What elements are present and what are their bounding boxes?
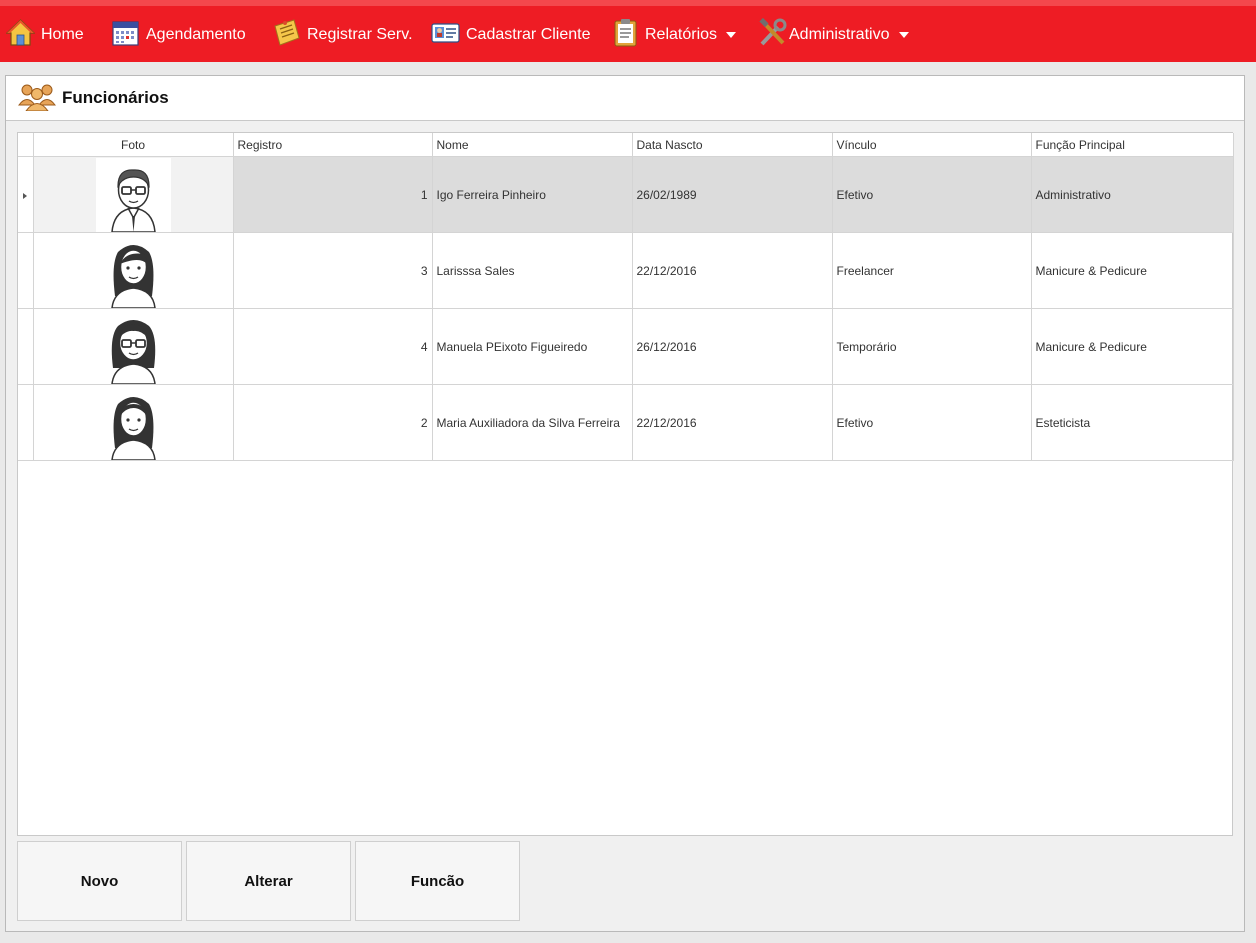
- house-icon: [5, 18, 36, 52]
- people-group-icon: [18, 81, 56, 116]
- table-header-row: Foto Registro Nome Data Nascto Vínculo F…: [18, 133, 1234, 157]
- funcao-principal-cell: Manicure & Pedicure: [1031, 308, 1234, 385]
- tools-icon: [758, 17, 788, 52]
- registro-cell: 4: [233, 308, 433, 385]
- table-row[interactable]: 1 Igo Ferreira Pinheiro 26/02/1989 Efeti…: [18, 156, 1234, 233]
- data-nascto-cell: 22/12/2016: [632, 384, 833, 461]
- page-title: Funcionários: [62, 88, 169, 107]
- registro-cell: 1: [233, 156, 433, 233]
- funcao-principal-cell: Esteticista: [1031, 384, 1234, 461]
- nome-cell: Igo Ferreira Pinheiro: [432, 156, 633, 233]
- column-header-foto[interactable]: Foto: [33, 133, 234, 157]
- woman-avatar-icon: [95, 385, 171, 460]
- foto-cell: [33, 308, 234, 385]
- column-header-funcao-principal[interactable]: Função Principal: [1031, 133, 1234, 157]
- row-selector[interactable]: [18, 156, 34, 233]
- calendar-icon: [111, 18, 140, 52]
- row-selector[interactable]: [18, 384, 34, 461]
- nav-home-label: Home: [41, 26, 84, 43]
- woman-avatar-icon: [95, 233, 171, 308]
- vinculo-cell: Freelancer: [832, 232, 1032, 309]
- row-selector[interactable]: [18, 308, 34, 385]
- vinculo-cell: Temporário: [832, 308, 1032, 385]
- alterar-button[interactable]: Alterar: [186, 841, 351, 921]
- foto-cell: [33, 156, 234, 233]
- funcao-principal-cell: Administrativo: [1031, 156, 1234, 233]
- column-header-data-nascto[interactable]: Data Nascto: [632, 133, 833, 157]
- nav-cadastrar-label: Cadastrar Cliente: [466, 26, 591, 43]
- data-nascto-cell: 22/12/2016: [632, 232, 833, 309]
- funcionarios-panel: Funcionários Foto Registro Nome Data Nas…: [5, 75, 1245, 932]
- nome-cell: Larisssa Sales: [432, 232, 633, 309]
- chevron-down-icon: [726, 32, 737, 38]
- nav-cadastrar-cliente[interactable]: Cadastrar Cliente: [431, 19, 591, 51]
- nav-agendamento[interactable]: Agendamento: [111, 19, 246, 51]
- table-row[interactable]: 2 Maria Auxiliadora da Silva Ferreira 22…: [18, 384, 1234, 461]
- nav-relatorios-label: Relatórios: [645, 26, 718, 43]
- nav-relatorios-dropdown[interactable]: Relatórios: [612, 18, 737, 52]
- registro-cell: 2: [233, 384, 433, 461]
- registro-cell: 3: [233, 232, 433, 309]
- nav-registrar-label: Registrar Serv.: [307, 26, 413, 43]
- nav-agendamento-label: Agendamento: [146, 26, 246, 43]
- nome-cell: Manuela PEixoto Figueiredo: [432, 308, 633, 385]
- row-selector-header: [18, 133, 34, 157]
- vinculo-cell: Efetivo: [832, 384, 1032, 461]
- current-row-arrow-icon: [23, 192, 27, 199]
- funcao-principal-cell: Manicure & Pedicure: [1031, 232, 1234, 309]
- foto-cell: [33, 384, 234, 461]
- nav-registrar-serv[interactable]: Registrar Serv.: [272, 19, 413, 51]
- row-selector[interactable]: [18, 232, 34, 309]
- nav-administrativo-dropdown[interactable]: Administrativo: [758, 17, 910, 52]
- top-navigation-bar: Home Agendamento Registrar Serv. Cadastr…: [0, 0, 1256, 62]
- data-nascto-cell: 26/02/1989: [632, 156, 833, 233]
- funcao-button[interactable]: Funcão: [355, 841, 520, 921]
- column-header-nome[interactable]: Nome: [432, 133, 633, 157]
- woman-glasses-avatar-icon: [95, 309, 171, 384]
- novo-button[interactable]: Novo: [17, 841, 182, 921]
- vinculo-cell: Efetivo: [832, 156, 1032, 233]
- nav-administrativo-label: Administrativo: [789, 26, 890, 43]
- table-row[interactable]: 4 Manuela PEixoto Figueiredo 26/12/2016 …: [18, 308, 1234, 385]
- clipboard-icon: [612, 18, 639, 52]
- data-nascto-cell: 26/12/2016: [632, 308, 833, 385]
- chevron-down-icon: [899, 32, 910, 38]
- panel-header: Funcionários: [6, 76, 1244, 121]
- column-header-vinculo[interactable]: Vínculo: [832, 133, 1032, 157]
- foto-cell: [33, 232, 234, 309]
- nav-home[interactable]: Home: [5, 18, 84, 52]
- nome-cell: Maria Auxiliadora da Silva Ferreira: [432, 384, 633, 461]
- id-card-icon: [431, 18, 460, 52]
- funcionarios-table[interactable]: Foto Registro Nome Data Nascto Vínculo F…: [17, 132, 1234, 836]
- sticky-note-icon: [272, 18, 301, 52]
- column-header-registro[interactable]: Registro: [233, 133, 433, 157]
- man-glasses-avatar-icon: [95, 157, 171, 232]
- table-row[interactable]: 3 Larisssa Sales 22/12/2016 Freelancer M…: [18, 232, 1234, 309]
